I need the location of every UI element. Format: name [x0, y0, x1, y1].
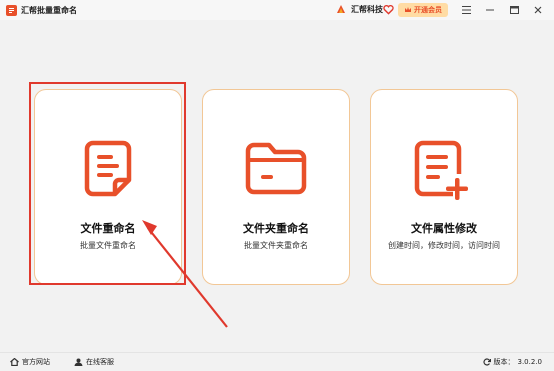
- refresh-icon: [482, 358, 491, 366]
- version-info: 版本： 3.0.2.0: [482, 357, 543, 367]
- version-number: 3.0.2.0: [517, 358, 543, 366]
- support-link[interactable]: 在线客服: [74, 357, 114, 367]
- version-label: 版本：: [493, 358, 515, 366]
- website-label: 官方网站: [22, 358, 50, 366]
- website-link[interactable]: 官方网站: [10, 357, 50, 367]
- support-label: 在线客服: [86, 358, 114, 366]
- annotation-arrow: [142, 220, 228, 328]
- status-bar: 官方网站 在线客服 版本： 3.0.2.0: [0, 352, 554, 371]
- support-icon: [74, 358, 83, 366]
- home-icon: [10, 358, 19, 366]
